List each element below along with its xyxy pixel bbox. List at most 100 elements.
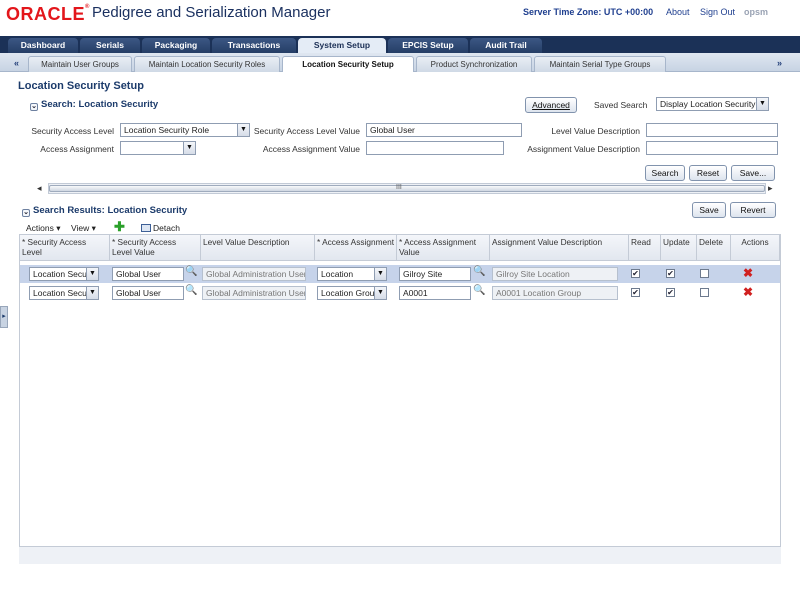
row-security-access-level-value-input[interactable]: Global User [112,267,184,281]
access-assignment-select[interactable]: ▼ [120,141,196,155]
scroll-left-icon[interactable]: ◂ [37,183,42,194]
delete-row-icon[interactable]: ✖ [743,285,753,299]
tab-epcis-setup[interactable]: EPCIS Setup [388,38,468,53]
level-value-description-label: Level Value Description [551,126,640,136]
tab-system-setup[interactable]: System Setup [298,38,386,53]
read-checkbox[interactable]: ✔ [631,288,640,297]
about-link[interactable]: About [666,7,690,17]
next-tabs-icon[interactable]: » [777,58,782,68]
view-menu[interactable]: View ▾ [71,223,96,234]
col-header-update[interactable]: Update [661,235,697,261]
chevron-down-icon[interactable]: ▼ [374,287,386,299]
read-checkbox[interactable]: ✔ [631,269,640,278]
subtab-product-synchronization[interactable]: Product Synchronization [416,56,532,72]
security-access-level-select[interactable]: Location Security Role ▼ [120,123,250,137]
collapse-icon[interactable]: ⌄ [30,103,38,111]
access-assignment-value-input[interactable] [366,141,504,155]
prev-tabs-icon[interactable]: « [14,58,19,68]
chevron-down-icon[interactable]: ▼ [374,268,386,280]
sign-out-link[interactable]: Sign Out [700,7,735,17]
horizontal-scrollbar[interactable]: III [48,183,766,194]
tab-audit-trail[interactable]: Audit Trail [470,38,542,53]
app-title: Pedigree and Serialization Manager [92,4,331,21]
chevron-down-icon[interactable]: ▼ [86,268,98,280]
row-access-assignment-value-input[interactable]: A0001 [399,286,471,300]
chevron-down-icon[interactable]: ▼ [86,287,98,299]
delete-row-icon[interactable]: ✖ [743,266,753,280]
row-level-value-description: Global Administration User [202,267,306,281]
collapse-icon[interactable]: ⌄ [22,209,30,217]
tab-dashboard[interactable]: Dashboard [8,38,78,53]
assignment-value-description-input[interactable] [646,141,778,155]
search-icon[interactable]: 🔍 [185,266,197,277]
row-access-assignment-select[interactable]: Location Grou ▼ [317,286,387,300]
scroll-thumb[interactable]: III [49,184,765,192]
results-section-header[interactable]: ⌄ Search Results: Location Security [22,205,187,217]
col-header-access-assignment[interactable]: * Access Assignment [315,235,397,261]
update-checkbox[interactable]: ✔ [666,269,675,278]
tab-transactions[interactable]: Transactions [212,38,296,53]
reset-button[interactable]: Reset [689,165,727,181]
search-icon[interactable]: 🔍 [473,285,485,296]
subtab-maintain-serial-type-groups[interactable]: Maintain Serial Type Groups [534,56,666,72]
col-header-read[interactable]: Read [629,235,661,261]
saved-search-select[interactable]: Display Location Security ▼ [656,97,769,111]
page-title: Location Security Setup [18,80,144,92]
tab-packaging[interactable]: Packaging [142,38,210,53]
page-content: Location Security Setup ⌄ Search: Locatio… [8,72,790,597]
row-security-access-level-value-input[interactable]: Global User [112,286,184,300]
sub-tab-bar: « Maintain User Groups Maintain Location… [0,53,800,73]
delete-checkbox[interactable] [700,288,709,297]
add-row-icon[interactable]: ✚ [114,219,125,235]
update-checkbox[interactable]: ✔ [666,288,675,297]
search-button[interactable]: Search [645,165,685,181]
col-header-actions: Actions [731,235,780,261]
server-time-zone: Server Time Zone: UTC +00:00 [523,7,654,17]
row-assignment-value-description: Gilroy Site Location [492,267,618,281]
expand-panel-handle[interactable]: ▸ [0,306,8,328]
row-assignment-value-description: A0001 Location Group [492,286,618,300]
col-header-level-value-description[interactable]: Level Value Description [201,235,315,261]
search-icon[interactable]: 🔍 [185,285,197,296]
row-level-value-description: Global Administration User [202,286,306,300]
security-access-level-label: Security Access Level [31,126,114,136]
row-access-assignment-select[interactable]: Location ▼ [317,267,387,281]
actions-menu[interactable]: Actions ▾ [26,223,61,234]
security-access-level-value-input[interactable]: Global User [366,123,522,137]
save-search-button[interactable]: Save... [731,165,775,181]
chevron-down-icon[interactable]: ▼ [237,124,249,136]
table-row[interactable]: Location Secu ▼ Global User 🔍 Global Admi… [20,284,780,302]
col-header-delete[interactable]: Delete [697,235,731,261]
access-assignment-value-label: Access Assignment Value [262,144,360,154]
revert-button[interactable]: Revert [730,202,776,218]
level-value-description-input[interactable] [646,123,778,137]
results-table: * Security Access Level * Security Acces… [19,234,781,556]
delete-checkbox[interactable] [700,269,709,278]
subtab-location-security-setup[interactable]: Location Security Setup [282,56,414,73]
subtab-maintain-location-security-roles[interactable]: Maintain Location Security Roles [134,56,280,72]
access-assignment-label: Access Assignment [40,144,114,154]
col-header-security-access-level[interactable]: * Security Access Level [20,235,110,261]
advanced-button[interactable]: Advanced [525,97,577,113]
table-row[interactable]: Location Secu ▼ Global User 🔍 Global Admi… [20,265,780,283]
search-icon[interactable]: 🔍 [473,266,485,277]
col-header-access-assignment-value[interactable]: * Access Assignment Value [397,235,490,261]
tab-serials[interactable]: Serials [80,38,140,53]
detach-button[interactable]: Detach [141,223,180,233]
col-header-security-access-level-value[interactable]: * Security Access Level Value [110,235,201,261]
chevron-down-icon[interactable]: ▼ [183,142,195,154]
detach-icon [141,224,151,232]
user-name: opsm [744,7,769,17]
search-section-header[interactable]: ⌄ Search: Location Security [30,99,158,111]
scroll-right-icon[interactable]: ▸ [768,183,773,194]
app-header: ORACLE® Pedigree and Serialization Manag… [0,0,800,36]
row-access-assignment-value-input[interactable]: Gilroy Site [399,267,471,281]
assignment-value-description-label: Assignment Value Description [527,144,640,154]
chevron-down-icon[interactable]: ▼ [756,98,768,110]
subtab-maintain-user-groups[interactable]: Maintain User Groups [28,56,132,72]
row-security-access-level-select[interactable]: Location Secu ▼ [29,286,99,300]
col-header-assignment-value-description[interactable]: Assignment Value Description [490,235,629,261]
security-access-level-value-label: Security Access Level Value [253,126,360,136]
results-save-button[interactable]: Save [692,202,726,218]
row-security-access-level-select[interactable]: Location Secu ▼ [29,267,99,281]
